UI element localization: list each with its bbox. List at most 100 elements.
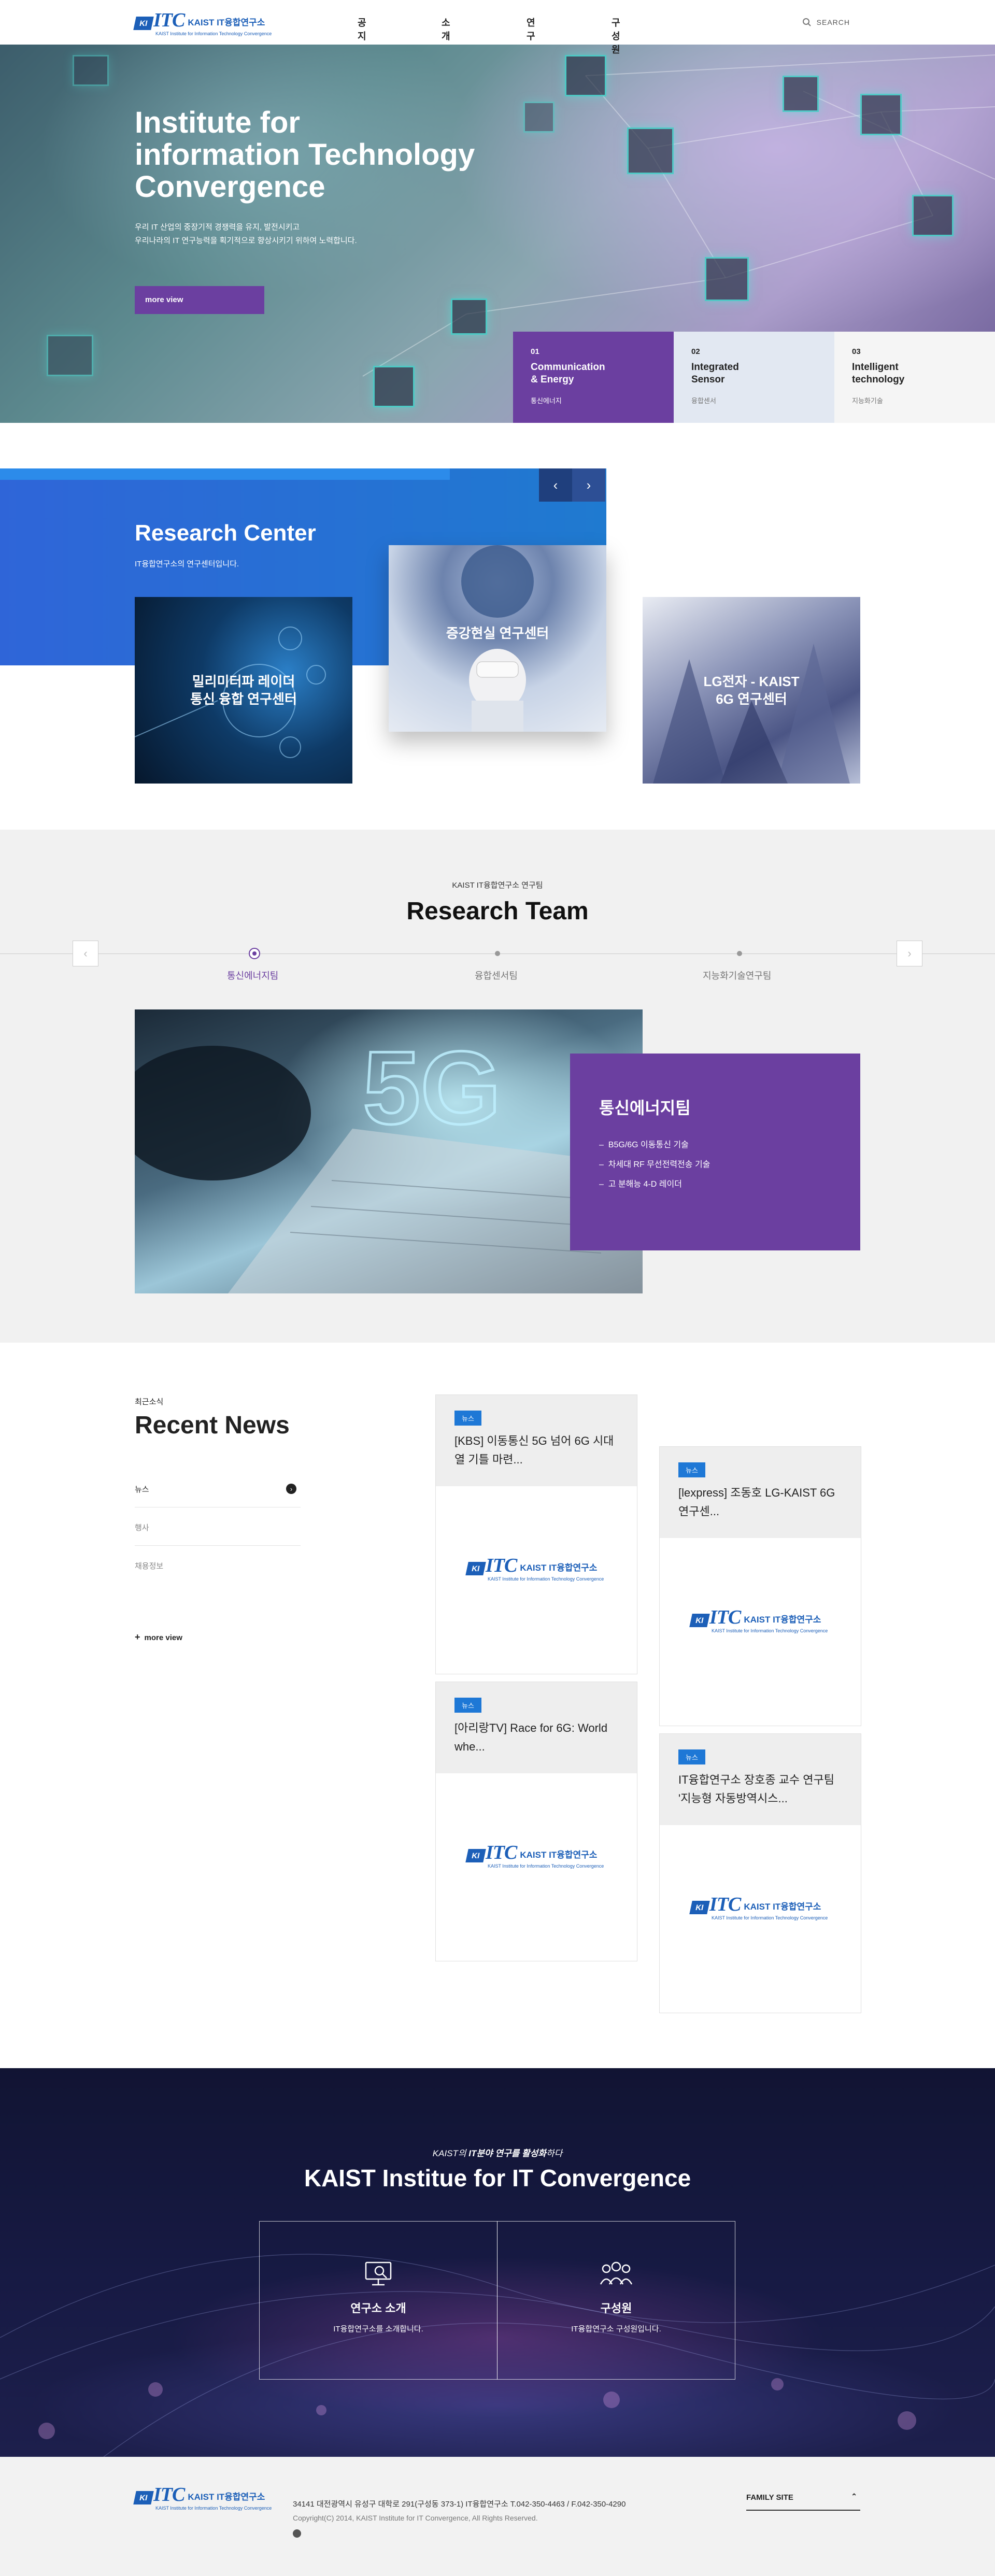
- team-tab-comm-energy[interactable]: 통신에너지팀: [227, 969, 278, 982]
- news-category-jobs[interactable]: 채용정보: [135, 1546, 301, 1584]
- banner-kicker-part: KAIST의: [432, 2148, 469, 2158]
- footer-logo[interactable]: KI ITC KAIST IT융합연구소 KAIST Institute for…: [133, 2485, 272, 2511]
- news-kicker: 최근소식: [135, 1398, 164, 1406]
- timeline-dot[interactable]: [737, 951, 742, 956]
- tab-name-line: technology: [852, 374, 905, 385]
- hero-title: Institute for information Technology Con…: [135, 107, 475, 203]
- team-detail-item: – B5G/6G 이동통신 기술: [599, 1141, 689, 1149]
- hero-desc-line: 우리 IT 산업의 중장기적 경쟁력을 유지, 발전시키고: [135, 223, 300, 232]
- tab-number: 02: [691, 347, 700, 356]
- news-tag: 뉴스: [454, 1698, 481, 1713]
- team-tab-sensor[interactable]: 융합센서팀: [475, 969, 518, 982]
- banner-box-subtitle: IT융합연구소 구성원입니다.: [571, 2325, 661, 2333]
- team-detail-title: 통신에너지팀: [599, 1099, 691, 1117]
- logo-badge: KI: [689, 1614, 710, 1627]
- site-header: KI ITC KAIST IT융합연구소 KAIST Institute for…: [0, 0, 995, 55]
- center-card-line: LG전자 - KAIST: [703, 674, 800, 689]
- research-center-band-accent: [0, 468, 450, 480]
- carousel-prev-button[interactable]: ‹: [539, 468, 572, 502]
- news-card[interactable]: 뉴스 IT융합연구소 장호종 교수 연구팀 '지능형 자동방역시스... KI IT…: [659, 1733, 861, 2013]
- tab-korean: 통신에너지: [531, 397, 562, 405]
- team-tab-intelligent[interactable]: 지능화기술연구팀: [703, 969, 771, 982]
- news-category-news[interactable]: 뉴스 ›: [135, 1469, 301, 1507]
- team-image: 5G: [135, 1009, 643, 1293]
- logo-badge: KI: [689, 1901, 710, 1914]
- center-card-label: LG전자 - KAIST 6G 연구센터: [703, 673, 799, 708]
- family-site-label: FAMILY SITE: [746, 2493, 793, 2502]
- news-title-line: 연구센...: [678, 1505, 720, 1518]
- team-detail-box: 통신에너지팀 – B5G/6G 이동통신 기술 – 차세대 RF 무선전력전송 …: [570, 1054, 860, 1250]
- nav-members[interactable]: 구성원: [612, 16, 620, 56]
- news-card[interactable]: 뉴스 [아리랑TV] Race for 6G: World whe... KI IT…: [435, 1682, 637, 1961]
- hero-title-line: Institute for: [135, 106, 300, 139]
- svg-text:5G: 5G: [363, 1030, 501, 1146]
- tab-korean: 지능화기술: [852, 397, 883, 405]
- center-card-6g[interactable]: LG전자 - KAIST 6G 연구센터: [643, 597, 860, 784]
- center-card-label: 증강현실 연구센터: [446, 624, 549, 642]
- tab-name: Integrated Sensor: [691, 361, 817, 386]
- chevron-up-icon: ⌃: [851, 2492, 857, 2500]
- banner-box-title: 연구소 소개: [350, 2302, 406, 2315]
- search-button[interactable]: SEARCH: [802, 18, 850, 27]
- timeline-dot[interactable]: [495, 951, 500, 956]
- footer-copyright: Copyright(C) 2014, KAIST Institute for I…: [293, 2514, 538, 2522]
- logo-korean: KAIST IT융합연구소: [520, 1563, 598, 1573]
- hero-tab-sensor[interactable]: 02 Integrated Sensor 융합센서: [674, 332, 834, 423]
- nav-about[interactable]: 소개: [442, 16, 450, 42]
- institute-banner: KAIST의 IT분야 연구를 활성화하다 KAIST Institue for…: [0, 2068, 995, 2457]
- nav-research[interactable]: 연구: [527, 16, 535, 42]
- timeline-dot-active[interactable]: [249, 948, 260, 959]
- footer-address: 34141 대전광역시 유성구 대학로 291(구성동 373-1) IT융합연…: [293, 2500, 626, 2509]
- news-more-button[interactable]: + more view: [135, 1632, 182, 1643]
- tab-name: Communication & Energy: [531, 361, 656, 386]
- logo-korean: KAIST IT융합연구소: [188, 2492, 265, 2502]
- cube-graphic: [705, 257, 749, 301]
- news-title-line: whe...: [454, 1740, 485, 1753]
- family-site-select[interactable]: FAMILY SITE ⌃: [746, 2490, 860, 2511]
- news-card-header: 뉴스 IT융합연구소 장호종 교수 연구팀 '지능형 자동방역시스...: [660, 1734, 861, 1825]
- cube-graphic: [627, 127, 674, 174]
- carousel-next-button[interactable]: ›: [572, 468, 605, 502]
- nav-notice[interactable]: 공지: [358, 16, 366, 42]
- news-card-title: IT융합연구소 장호종 교수 연구팀 '지능형 자동방역시스...: [678, 1771, 842, 1808]
- center-card-label: 밀리미터파 레이더통신 융합 연구센터: [190, 673, 297, 708]
- logo-badge: KI: [465, 1562, 486, 1575]
- news-card[interactable]: 뉴스 [KBS] 이동통신 5G 넘어 6G 시대 열 기틀 마련... KI IT…: [435, 1394, 637, 1674]
- news-card-logo: KI ITC KAIST IT융합연구소 KAIST Institute for In…: [465, 1556, 604, 1582]
- banner-link-about[interactable]: 연구소 소개 IT융합연구소를 소개합니다.: [259, 2221, 497, 2380]
- laptop-5g-graphic: 5G: [135, 1029, 643, 1293]
- center-card-ar[interactable]: 증강현실 연구센터: [389, 545, 606, 732]
- logo-subtitle: KAIST Institute for Information Technolo…: [712, 1915, 828, 1920]
- logo-korean: KAIST IT융합연구소: [744, 1902, 821, 1912]
- news-tag: 뉴스: [678, 1462, 705, 1477]
- team-prev-button[interactable]: ‹: [73, 941, 98, 966]
- hero-tabs: 01 Communication & Energy 통신에너지 02 Integr…: [513, 332, 995, 423]
- hero-more-button[interactable]: more view: [135, 286, 264, 314]
- research-center-subtitle: IT융합연구소의 연구센터입니다.: [135, 560, 239, 568]
- news-category-events[interactable]: 행사: [135, 1507, 301, 1546]
- center-card-line: 밀리미터파 레이더: [192, 674, 295, 689]
- site-logo[interactable]: KI ITC KAIST IT융합연구소 KAIST Institute for…: [133, 9, 272, 36]
- tab-name-line: & Energy: [531, 374, 574, 385]
- news-more-label: more view: [144, 1633, 182, 1642]
- news-card-header: 뉴스 [KBS] 이동통신 5G 넘어 6G 시대 열 기틀 마련...: [436, 1395, 637, 1486]
- site-footer: KI ITC KAIST IT융합연구소 KAIST Institute for…: [0, 2457, 995, 2576]
- banner-kicker-part: 하다: [546, 2148, 563, 2158]
- cube-graphic: [47, 335, 93, 376]
- team-detail-text: B5G/6G 이동통신 기술: [608, 1141, 689, 1149]
- logo-subtitle: KAIST Institute for Information Technolo…: [488, 1863, 604, 1869]
- news-tag: 뉴스: [454, 1411, 481, 1426]
- center-card-line: 통신 융합 연구센터: [190, 691, 297, 707]
- news-card[interactable]: 뉴스 [lexpress] 조동호 LG-KAIST 6G 연구센... KI IT…: [659, 1446, 861, 1726]
- center-card-radar[interactable]: 밀리미터파 레이더통신 융합 연구센터: [135, 597, 352, 784]
- banner-link-members[interactable]: 구성원 IT융합연구소 구성원입니다.: [497, 2221, 735, 2380]
- team-next-button[interactable]: ›: [897, 941, 922, 966]
- center-card-line: 증강현실 연구센터: [446, 625, 549, 641]
- logo-wordmark: ITC: [709, 1606, 741, 1628]
- news-title-line: IT융합연구소 장호종 교수 연구팀: [678, 1773, 835, 1786]
- hero-tab-intelligent[interactable]: 03 Intelligent technology 지능화기술: [834, 332, 995, 423]
- logo-wordmark: ITC: [153, 9, 185, 31]
- hero-tab-communication[interactable]: 01 Communication & Energy 통신에너지: [513, 332, 674, 423]
- tab-number: 03: [852, 347, 861, 356]
- news-card-header: 뉴스 [아리랑TV] Race for 6G: World whe...: [436, 1682, 637, 1773]
